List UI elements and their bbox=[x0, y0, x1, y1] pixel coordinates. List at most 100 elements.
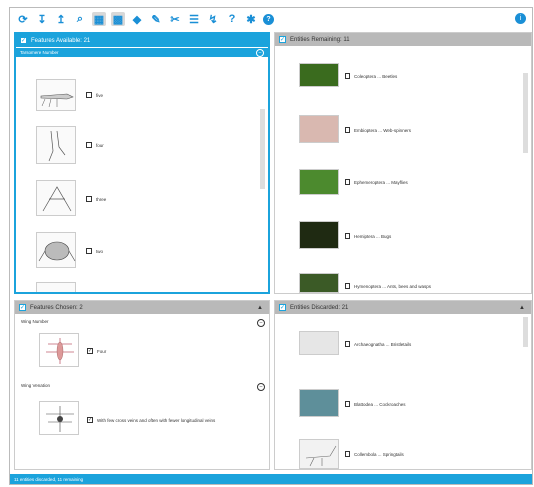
sort-asc-icon[interactable]: ↧ bbox=[35, 12, 49, 26]
collapse-icon[interactable]: – bbox=[257, 319, 265, 327]
entity-image bbox=[299, 439, 339, 469]
check-icon: ✓ bbox=[279, 36, 286, 43]
magic-wand-icon[interactable]: ✎ bbox=[149, 12, 163, 26]
collapse-icon[interactable]: – bbox=[256, 49, 264, 57]
chosen-option[interactable]: ✓ Four bbox=[87, 348, 106, 354]
document-icon bbox=[345, 127, 350, 133]
option-label: four bbox=[96, 142, 104, 148]
features-available-header[interactable]: ✓ Features Available: 21 bbox=[16, 34, 268, 47]
entity-image bbox=[299, 169, 339, 195]
entity-label: Ephemeroptera ... Mayflies bbox=[354, 179, 408, 185]
checkbox[interactable] bbox=[86, 92, 92, 98]
entity-image bbox=[299, 115, 339, 143]
option-label: Four bbox=[97, 348, 107, 354]
feature-image bbox=[36, 232, 76, 268]
features-available-panel: ✓ Features Available: 21 Tarsomere Numbe… bbox=[14, 32, 270, 294]
collapse-icon[interactable]: – bbox=[257, 383, 265, 391]
document-icon bbox=[345, 233, 350, 239]
document-icon bbox=[345, 341, 350, 347]
entity-label: Collembola ... Springtails bbox=[354, 451, 404, 457]
entities-discarded-header[interactable]: ✓ Entities Discarded: 21 ▲ bbox=[275, 301, 531, 314]
option-label: two bbox=[96, 248, 104, 254]
feature-image bbox=[36, 180, 76, 216]
scrollbar[interactable] bbox=[523, 317, 528, 347]
check-icon: ✓ bbox=[20, 37, 27, 44]
option-five[interactable]: five bbox=[86, 92, 103, 98]
entity-item[interactable]: Archaeognatha ... Bristletails bbox=[345, 341, 411, 347]
entity-label: Archaeognatha ... Bristletails bbox=[354, 341, 412, 347]
list-icon[interactable]: ☰ bbox=[187, 12, 201, 26]
option-two[interactable]: two bbox=[86, 248, 103, 254]
scrollbar[interactable] bbox=[260, 109, 265, 189]
features-chosen-panel: ✓ Features Chosen: 2 ▲ Wing Number – ✓ F… bbox=[14, 300, 270, 470]
entity-label: Blattodea ... Cockroaches bbox=[354, 401, 406, 407]
feature-section-title: Tarsomere Number bbox=[20, 50, 59, 55]
entity-item[interactable]: Collembola ... Springtails bbox=[345, 451, 404, 457]
option-label: five bbox=[96, 92, 104, 98]
checkbox[interactable] bbox=[86, 248, 92, 254]
check-icon: ✓ bbox=[279, 304, 286, 311]
entities-remaining-panel: ✓ Entities Remaining: 11 Coleoptera ... … bbox=[274, 32, 532, 294]
entities-discarded-title: Entities Discarded: 21 bbox=[290, 304, 349, 311]
search-icon[interactable]: ⌕ bbox=[73, 12, 87, 26]
option-three[interactable]: three bbox=[86, 196, 106, 202]
check-icon: ✓ bbox=[19, 304, 26, 311]
feature-image bbox=[39, 401, 79, 435]
app-window: ⟳ ↧ ↥ ⌕ ▦ ▩ ◆ ✎ ✂ ☰ ↯ ? ✱ ? i ✓ Features… bbox=[9, 7, 533, 485]
features-chosen-header[interactable]: ✓ Features Chosen: 2 ▲ bbox=[15, 301, 269, 314]
info-icon[interactable]: i bbox=[515, 13, 526, 24]
grid-view-icon[interactable]: ▦ bbox=[92, 12, 106, 26]
features-available-title: Features Available: 21 bbox=[31, 37, 91, 44]
sort-desc-icon[interactable]: ↥ bbox=[54, 12, 68, 26]
entity-image bbox=[299, 63, 339, 87]
status-text: 11 entities discarded, 11 remaining bbox=[14, 476, 84, 482]
features-chosen-title: Features Chosen: 2 bbox=[30, 304, 83, 311]
entity-image bbox=[299, 221, 339, 249]
option-four[interactable]: four bbox=[86, 142, 104, 148]
entity-item[interactable]: Hymenoptera ... Ants, bees and wasps bbox=[345, 283, 431, 289]
feature-image bbox=[36, 282, 76, 292]
collapse-caret-icon[interactable]: ▲ bbox=[519, 305, 525, 311]
group-label: Wing Venation bbox=[21, 383, 51, 388]
entity-image bbox=[299, 273, 339, 293]
feature-image bbox=[36, 126, 76, 164]
entity-image bbox=[299, 389, 339, 417]
scissors-icon[interactable]: ✂ bbox=[168, 12, 182, 26]
checkbox[interactable] bbox=[86, 142, 92, 148]
collapse-caret-icon[interactable]: ▲ bbox=[257, 305, 263, 311]
entity-label: Coleoptera ... Beetles bbox=[354, 73, 398, 79]
chosen-option[interactable]: ✓ With few cross veins and often with fe… bbox=[87, 417, 215, 423]
entity-item[interactable]: Blattodea ... Cockroaches bbox=[345, 401, 406, 407]
entities-discarded-panel: ✓ Entities Discarded: 21 ▲ Archaeognatha… bbox=[274, 300, 532, 470]
checkbox[interactable]: ✓ bbox=[87, 348, 93, 354]
settings-icon[interactable]: ✱ bbox=[244, 12, 258, 26]
scrollbar[interactable] bbox=[523, 73, 528, 153]
entity-item[interactable]: Ephemeroptera ... Mayflies bbox=[345, 179, 408, 185]
status-bar: 11 entities discarded, 11 remaining bbox=[10, 474, 532, 484]
document-icon bbox=[345, 73, 350, 79]
entities-remaining-header[interactable]: ✓ Entities Remaining: 11 bbox=[275, 33, 531, 46]
feature-image bbox=[36, 79, 76, 111]
diamond-icon[interactable]: ◆ bbox=[130, 12, 144, 26]
document-icon bbox=[345, 401, 350, 407]
grid-view-alt-icon[interactable]: ▩ bbox=[111, 12, 125, 26]
checkbox[interactable] bbox=[86, 196, 92, 202]
entity-item[interactable]: Embioptera ... Web-spinners bbox=[345, 127, 411, 133]
document-icon bbox=[345, 283, 350, 289]
refresh-icon[interactable]: ⟳ bbox=[16, 12, 30, 26]
option-label: With few cross veins and often with fewe… bbox=[97, 417, 216, 423]
option-label: three bbox=[96, 196, 107, 202]
entity-item[interactable]: Coleoptera ... Beetles bbox=[345, 73, 397, 79]
checkbox[interactable]: ✓ bbox=[87, 417, 93, 423]
filter-icon[interactable]: ↯ bbox=[206, 12, 220, 26]
toolbar: ⟳ ↧ ↥ ⌕ ▦ ▩ ◆ ✎ ✂ ☰ ↯ ? ✱ ? i bbox=[10, 8, 532, 30]
document-icon bbox=[345, 179, 350, 185]
entities-remaining-title: Entities Remaining: 11 bbox=[290, 36, 350, 43]
entity-image bbox=[299, 331, 339, 355]
feature-section-header[interactable]: Tarsomere Number – bbox=[16, 47, 268, 57]
query-icon[interactable]: ? bbox=[225, 12, 239, 26]
help-icon[interactable]: ? bbox=[263, 13, 274, 25]
entity-item[interactable]: Hemiptera ... Bugs bbox=[345, 233, 391, 239]
document-icon bbox=[345, 451, 350, 457]
entity-label: Embioptera ... Web-spinners bbox=[354, 127, 411, 133]
